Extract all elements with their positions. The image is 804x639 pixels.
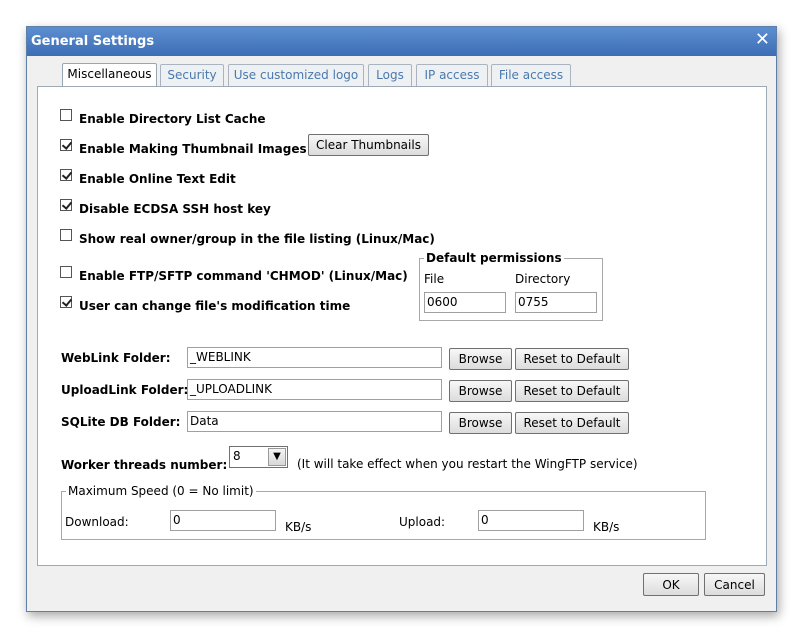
real-owner-checkbox[interactable] bbox=[60, 229, 72, 241]
ok-button[interactable]: OK bbox=[643, 573, 699, 596]
worker-threads-note: (It will take effect when you restart th… bbox=[297, 457, 638, 471]
tab-use-customized-logo[interactable]: Use customized logo bbox=[228, 64, 364, 86]
upload-label: Upload: bbox=[399, 515, 446, 529]
worker-threads-label: Worker threads number: bbox=[61, 458, 228, 472]
thumbnails-label: Enable Making Thumbnail Images bbox=[79, 142, 307, 156]
sqlite-browse-button[interactable]: Browse bbox=[449, 412, 512, 434]
weblink-reset-button[interactable]: Reset to Default bbox=[515, 348, 629, 370]
weblink-folder-label: WebLink Folder: bbox=[61, 351, 171, 365]
sqlite-reset-button[interactable]: Reset to Default bbox=[515, 412, 629, 434]
dir-cache-label: Enable Directory List Cache bbox=[79, 112, 266, 126]
sqlite-folder-input[interactable]: Data bbox=[187, 411, 442, 432]
close-icon[interactable]: ✕ bbox=[755, 30, 770, 50]
dir-cache-checkbox[interactable] bbox=[60, 109, 72, 121]
upload-unit-label: KB/s bbox=[593, 520, 620, 534]
uploadlink-folder-input[interactable]: _UPLOADLINK bbox=[187, 379, 442, 400]
general-settings-dialog: General Settings ✕ Miscellaneous Securit… bbox=[26, 26, 777, 612]
uploadlink-folder-label: UploadLink Folder: bbox=[61, 383, 189, 397]
real-owner-label: Show real owner/group in the file listin… bbox=[79, 232, 435, 246]
text-edit-checkbox[interactable] bbox=[60, 169, 72, 181]
mod-time-label: User can change file's modification time bbox=[79, 299, 351, 313]
text-edit-label: Enable Online Text Edit bbox=[79, 172, 236, 186]
sqlite-folder-label: SQLite DB Folder: bbox=[61, 415, 181, 429]
uploadlink-reset-button[interactable]: Reset to Default bbox=[515, 380, 629, 402]
tab-miscellaneous[interactable]: Miscellaneous bbox=[62, 63, 157, 87]
tab-security[interactable]: Security bbox=[160, 64, 224, 86]
download-label: Download: bbox=[65, 515, 129, 529]
ecdsa-label: Disable ECDSA SSH host key bbox=[79, 202, 271, 216]
miscellaneous-panel: Enable Directory List Cache Enable Makin… bbox=[37, 86, 767, 566]
permissions-directory-label: Directory bbox=[515, 272, 571, 286]
chmod-label: Enable FTP/SFTP command 'CHMOD' (Linux/M… bbox=[79, 269, 408, 283]
default-permissions-legend: Default permissions bbox=[426, 251, 562, 265]
download-speed-input[interactable]: 0 bbox=[170, 510, 276, 531]
cancel-button[interactable]: Cancel bbox=[704, 573, 765, 596]
worker-threads-value: 8 bbox=[233, 449, 241, 463]
mod-time-checkbox[interactable] bbox=[60, 296, 72, 308]
chevron-down-icon[interactable]: ▼ bbox=[268, 448, 286, 466]
title-bar[interactable]: General Settings ✕ bbox=[27, 27, 776, 56]
weblink-folder-input[interactable]: _WEBLINK bbox=[187, 347, 442, 368]
clear-thumbnails-button[interactable]: Clear Thumbnails bbox=[308, 134, 429, 156]
file-permissions-input[interactable]: 0600 bbox=[424, 292, 506, 313]
upload-speed-input[interactable]: 0 bbox=[478, 510, 584, 531]
maximum-speed-legend: Maximum Speed (0 = No limit) bbox=[68, 484, 254, 498]
chmod-checkbox[interactable] bbox=[60, 266, 72, 278]
tab-ip-access[interactable]: IP access bbox=[416, 64, 488, 86]
download-unit-label: KB/s bbox=[285, 520, 312, 534]
ecdsa-checkbox[interactable] bbox=[60, 199, 72, 211]
directory-permissions-input[interactable]: 0755 bbox=[515, 292, 597, 313]
dialog-title: General Settings bbox=[31, 34, 155, 49]
thumbnails-checkbox[interactable] bbox=[60, 139, 72, 151]
tab-file-access[interactable]: File access bbox=[491, 64, 571, 86]
tab-logs[interactable]: Logs bbox=[368, 64, 412, 86]
worker-threads-select[interactable]: 8 ▼ bbox=[229, 446, 288, 468]
uploadlink-browse-button[interactable]: Browse bbox=[449, 380, 512, 402]
permissions-file-label: File bbox=[424, 272, 445, 286]
weblink-browse-button[interactable]: Browse bbox=[449, 348, 512, 370]
